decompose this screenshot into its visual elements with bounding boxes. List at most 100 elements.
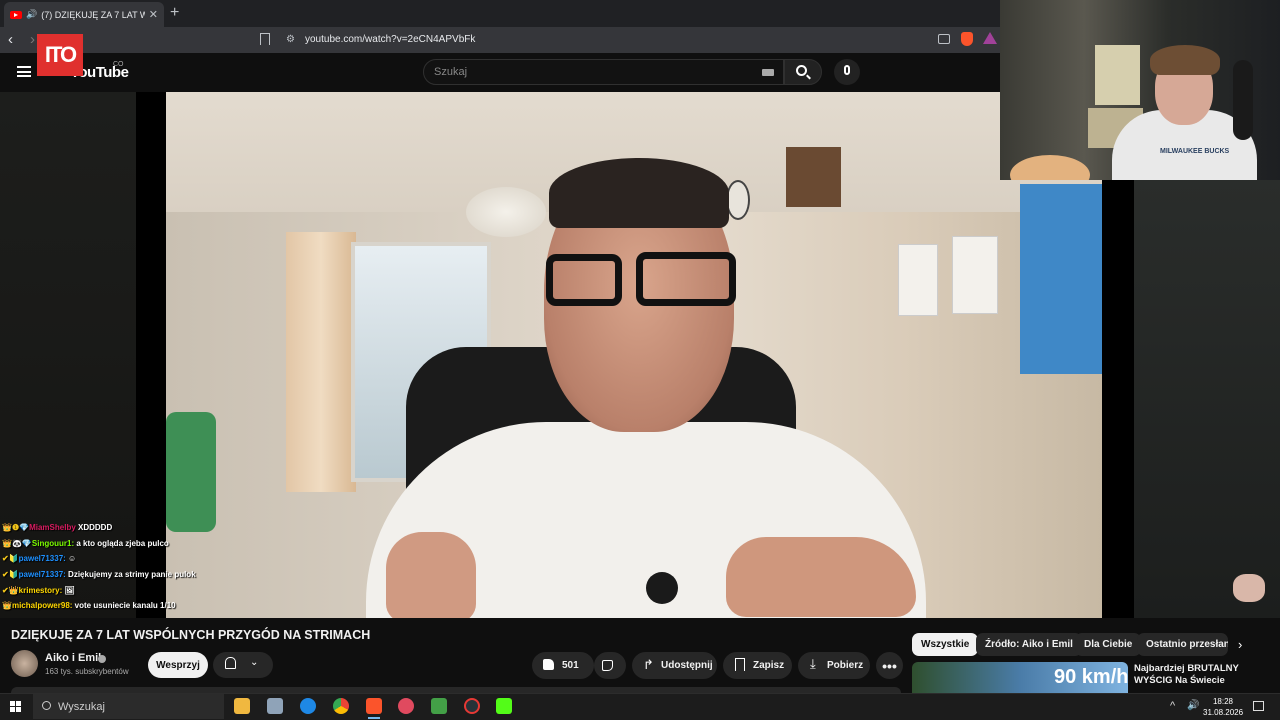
brave-shields-icon[interactable] xyxy=(961,32,973,46)
forward-arrow-icon[interactable]: › xyxy=(30,31,35,48)
chat-message: ✔👑krimestory: 🖼 xyxy=(2,586,75,595)
chevron-right-icon[interactable]: › xyxy=(1238,637,1242,652)
chat-badges: ✔🔰 xyxy=(2,554,19,563)
file-explorer-icon[interactable] xyxy=(234,698,250,714)
chat-message: ✔🔰pawel71337: ☺ xyxy=(2,554,76,563)
tray-chevron-icon[interactable]: ^ xyxy=(1170,700,1175,712)
chip-all[interactable]: Wszystkie xyxy=(912,633,979,656)
cast-icon[interactable] xyxy=(938,34,950,44)
glasses xyxy=(546,254,622,306)
chat-text: ☺ xyxy=(68,554,77,563)
support-button[interactable]: Wesprzyj xyxy=(148,652,208,678)
chat-user: pawel71337: xyxy=(18,554,66,563)
chat-user: MiamShelby xyxy=(29,523,76,532)
room-curtain xyxy=(286,232,356,492)
streamer-webcam: MILWAUKEE BUCKS xyxy=(1000,0,1280,180)
keyboard-icon[interactable] xyxy=(762,69,774,76)
stream-background-right xyxy=(1134,180,1280,618)
app-icon[interactable] xyxy=(431,698,447,714)
streamer-hair xyxy=(1150,45,1220,75)
green-bottle xyxy=(166,412,216,532)
clock-date[interactable]: 31.08.2026 xyxy=(1203,708,1243,717)
like-count: 501 xyxy=(562,660,579,671)
save-icon xyxy=(735,658,745,671)
bell-icon xyxy=(225,657,236,669)
chrome-icon[interactable] xyxy=(333,698,349,714)
share-icon: ↱ xyxy=(643,657,654,672)
address-bar[interactable]: youtube.com/watch?v=2eCN4APVbFk xyxy=(305,34,475,45)
save-button[interactable]: Zapisz xyxy=(723,652,792,679)
save-label: Zapisz xyxy=(753,660,785,671)
download-icon: ⤓ xyxy=(810,656,816,671)
bookmark-icon[interactable] xyxy=(260,33,270,45)
ceiling-lamp xyxy=(466,187,546,237)
notification-button[interactable] xyxy=(213,652,273,678)
site-info-icon[interactable]: ⚙ xyxy=(286,34,295,45)
chat-message: 👑❶💎MiamShelby XDDDDD xyxy=(2,523,112,532)
download-button[interactable]: Pobierz xyxy=(798,652,870,679)
chat-message: 👑michalpower98: vote usuniecie kanalu 1/… xyxy=(2,601,176,610)
taskbar-search[interactable]: Wyszukaj xyxy=(33,694,224,719)
chat-badges: 👑 xyxy=(2,601,12,610)
browser-tab[interactable]: 🔊 (7) DZIĘKUJĘ ZA 7 LAT WSPÓ ✕ xyxy=(4,2,164,27)
kick-icon[interactable] xyxy=(496,698,512,714)
channel-avatar[interactable] xyxy=(11,650,38,677)
corner-emote xyxy=(1233,574,1265,602)
glasses xyxy=(636,252,736,306)
chat-user: pawel71337: xyxy=(18,570,66,579)
edge-icon[interactable] xyxy=(300,698,316,714)
presenter-hand xyxy=(386,532,476,618)
chat-badges: ✔👑 xyxy=(2,586,19,595)
search-icon xyxy=(42,701,51,710)
stream-overlay-logo: ITO xyxy=(37,34,83,76)
chat-message: ✔🔰pawel71337: Dziękujemy za strimy panie… xyxy=(2,570,196,579)
headphones xyxy=(1233,60,1253,140)
brave-rewards-icon[interactable] xyxy=(983,32,997,44)
microphone-icon xyxy=(844,65,850,75)
notification-icon[interactable] xyxy=(1253,701,1264,711)
chat-text: a kto ogląda zjeba pulco xyxy=(76,539,169,548)
share-label: Udostępnij xyxy=(661,660,713,671)
address-toolbar xyxy=(0,27,1000,53)
recommended-title[interactable]: Najbardziej BRUTALNY WYŚCIG Na Świecie xyxy=(1134,663,1254,687)
chat-badges: 👑❶💎 xyxy=(2,523,30,532)
presenter-hair xyxy=(549,158,729,228)
chip-source[interactable]: Źródło: Aiko i Emil xyxy=(976,633,1082,656)
more-actions-button[interactable]: ••• xyxy=(876,652,903,679)
new-tab-button[interactable]: + xyxy=(170,4,179,22)
search-input[interactable]: Szukaj xyxy=(423,59,784,85)
menu-icon[interactable] xyxy=(17,66,31,77)
youtube-favicon-icon xyxy=(10,10,22,19)
download-label: Pobierz xyxy=(827,660,864,671)
presenter-hand xyxy=(726,537,916,617)
video-content[interactable] xyxy=(166,92,1102,618)
webcam-ball xyxy=(1010,155,1090,180)
channel-name[interactable]: Aiko i Emil xyxy=(45,652,101,664)
app-icon[interactable] xyxy=(464,698,480,714)
back-arrow-icon[interactable]: ‹ xyxy=(8,31,13,48)
chip-for-you[interactable]: Dla Ciebie xyxy=(1075,633,1142,656)
brave-icon[interactable] xyxy=(366,698,382,719)
like-button[interactable]: 501 xyxy=(532,652,594,679)
app-icon[interactable] xyxy=(267,698,283,714)
chat-text: XDDDDD xyxy=(78,523,113,532)
wall-picture xyxy=(898,244,938,316)
chat-user: krimestory: xyxy=(18,586,63,595)
search-icon xyxy=(796,65,807,76)
chip-recent[interactable]: Ostatnio przesłane xyxy=(1137,633,1228,656)
chat-badges: ✔🔰 xyxy=(2,570,19,579)
wall-shelf xyxy=(786,147,841,207)
chat-text: vote usuniecie kanalu 1/10 xyxy=(74,601,176,610)
app-icon[interactable] xyxy=(398,698,414,714)
thumbs-up-icon xyxy=(543,659,554,670)
chat-text: 🖼 xyxy=(64,586,75,595)
windows-start-icon[interactable] xyxy=(10,701,21,712)
wall-clock xyxy=(726,180,750,220)
chat-text: Dziękujemy za strimy panie pulok xyxy=(68,570,196,579)
volume-icon[interactable]: 🔊 xyxy=(1187,700,1199,711)
tab-close-button[interactable]: ✕ xyxy=(149,8,158,21)
chevron-down-icon: ⌄ xyxy=(250,657,259,668)
region-code: CO xyxy=(113,61,124,68)
clock-time[interactable]: 18:28 xyxy=(1205,697,1241,706)
lapel-microphone xyxy=(646,572,678,604)
